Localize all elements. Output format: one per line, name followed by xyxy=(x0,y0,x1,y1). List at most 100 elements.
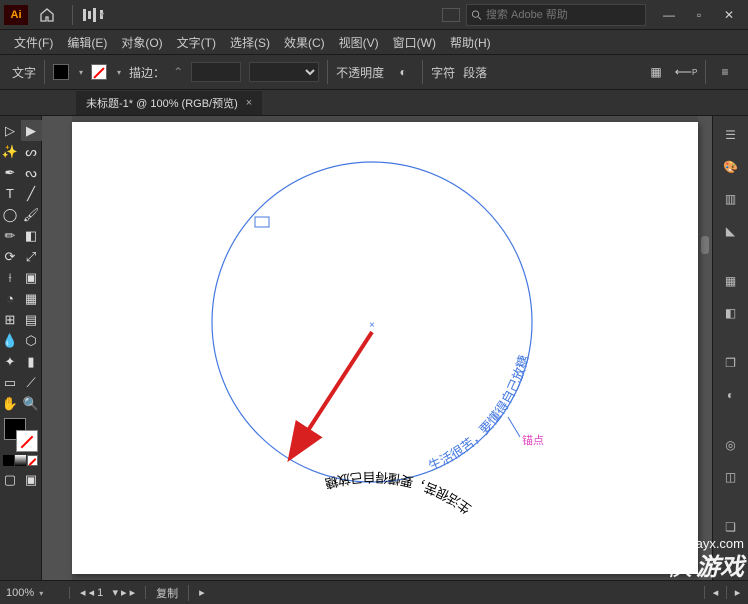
menu-window[interactable]: 窗口(W) xyxy=(387,32,442,53)
perspective-tool[interactable]: ▦ xyxy=(21,288,42,309)
eyedropper-tool[interactable]: 💧 xyxy=(0,330,21,351)
symbol-sprayer-tool[interactable]: ✦ xyxy=(0,351,21,372)
menu-help[interactable]: 帮助(H) xyxy=(444,32,497,53)
appearance-panel-icon[interactable]: ◎ xyxy=(720,434,742,456)
status-mode[interactable]: 复制 xyxy=(146,585,189,601)
chevron-down-icon: ▾ xyxy=(100,10,103,19)
gradient-panel-icon[interactable]: ◧ xyxy=(720,302,742,324)
para-panel-link[interactable]: 段落 xyxy=(463,64,487,81)
type-tool[interactable]: T xyxy=(0,183,21,204)
color-mode-none[interactable] xyxy=(27,455,38,466)
vertical-scrollbar[interactable] xyxy=(698,116,712,580)
shape-builder-tool[interactable]: ◔ xyxy=(0,288,21,309)
tab-close-icon[interactable]: × xyxy=(246,97,252,109)
artboard-nav[interactable]: ◂ ◂ 1 ▾ ▸ ▸ xyxy=(70,586,146,599)
selection-tool[interactable]: ▷ xyxy=(0,120,21,141)
paintbrush-tool[interactable]: 🖌 xyxy=(21,204,42,225)
screen-mode-full[interactable]: ▣ xyxy=(21,469,42,490)
scroll-left[interactable]: ◂ xyxy=(704,586,726,599)
properties-panel-icon[interactable]: ☰ xyxy=(720,124,742,146)
char-panel-link[interactable]: 字符 xyxy=(431,64,455,81)
menu-view[interactable]: 视图(V) xyxy=(333,32,385,53)
rotate-tool[interactable]: ⟳ xyxy=(0,246,21,267)
menu-file[interactable]: 文件(F) xyxy=(8,32,59,53)
blend-tool[interactable]: ⬡ xyxy=(21,330,42,351)
home-icon[interactable] xyxy=(34,4,60,26)
maximize-button[interactable]: ▫ xyxy=(684,3,714,27)
gradient-tool[interactable]: ▤ xyxy=(21,309,42,330)
swatches-panel-icon[interactable]: ▥ xyxy=(720,188,742,210)
stroke-weight-input[interactable] xyxy=(191,62,241,82)
transform-icon[interactable]: ⟵P xyxy=(675,61,697,83)
workspace-icon[interactable] xyxy=(442,8,460,22)
zoom-level[interactable]: 100% ▾ xyxy=(0,587,70,599)
statusbar: 100% ▾ ◂ ◂ 1 ▾ ▸ ▸ 复制 ▸ ◂ ▸ xyxy=(0,580,748,604)
slice-tool[interactable]: ⟋ xyxy=(21,372,42,393)
artboard[interactable]: 生活很苦，要懂得自己放糖 生活很苦，要懂得自己放糖 锚点 × xyxy=(72,122,698,574)
transparency-panel-icon[interactable]: ◐ xyxy=(720,384,742,406)
menu-edit[interactable]: 编辑(E) xyxy=(61,32,113,53)
search-icon xyxy=(471,9,482,21)
opacity-icon[interactable]: ◐ xyxy=(392,61,414,83)
color-panel-icon[interactable]: 🎨 xyxy=(720,156,742,178)
minimize-button[interactable]: — xyxy=(654,3,684,27)
search-input[interactable] xyxy=(486,9,641,21)
artboard-tool[interactable]: ▭ xyxy=(0,372,21,393)
color-mode-gradient[interactable] xyxy=(15,455,26,466)
menu-select[interactable]: 选择(S) xyxy=(224,32,276,53)
right-panel-dock: ☰ 🎨 ▥ ◣ ▦ ◧ ❐ ◐ ◎ ◫ ❏ xyxy=(712,116,748,580)
text-out-port[interactable] xyxy=(508,417,520,437)
canvas-gutter xyxy=(42,116,72,580)
stroke-color[interactable] xyxy=(16,430,38,452)
color-mode-solid[interactable] xyxy=(3,455,14,466)
shaper-tool[interactable]: ✏ xyxy=(0,225,21,246)
path-text-bottom[interactable]: 生活很苦，要懂得自己放糖 xyxy=(323,470,474,517)
layers-panel-icon[interactable]: ❐ xyxy=(720,352,742,374)
menu-type[interactable]: 文字(T) xyxy=(171,32,222,53)
canvas-area: 生活很苦，要懂得自己放糖 生活很苦，要懂得自己放糖 锚点 × xyxy=(42,116,712,580)
search-box[interactable] xyxy=(466,4,646,26)
curvature-tool[interactable]: ᔓ xyxy=(21,162,42,183)
menu-object[interactable]: 对象(O) xyxy=(115,32,168,53)
mesh-tool[interactable]: ⊞ xyxy=(0,309,21,330)
scroll-right[interactable]: ▸ xyxy=(726,586,748,599)
graphic-styles-panel-icon[interactable]: ◫ xyxy=(720,466,742,488)
lasso-tool[interactable]: ᔕ xyxy=(21,141,42,162)
panel-menu-icon[interactable]: ≡ xyxy=(714,61,736,83)
fill-swatch[interactable] xyxy=(53,64,69,80)
width-tool[interactable]: ⟊ xyxy=(0,267,21,288)
line-tool[interactable]: ╱ xyxy=(21,183,42,204)
magic-wand-tool[interactable]: ✨ xyxy=(0,141,21,162)
scale-tool[interactable]: ⤢ xyxy=(21,246,42,267)
close-button[interactable]: ✕ xyxy=(714,3,744,27)
align-icon[interactable]: ▦ xyxy=(645,61,667,83)
status-info: ▸ xyxy=(189,586,704,599)
hand-tool[interactable]: ✋ xyxy=(0,393,21,414)
center-point: × xyxy=(369,320,375,331)
circle-path-artwork: 生活很苦，要懂得自己放糖 生活很苦，要懂得自己放糖 锚点 × xyxy=(72,122,692,572)
zoom-tool[interactable]: 🔍 xyxy=(21,393,42,414)
screen-mode-normal[interactable]: ▢ xyxy=(0,469,21,490)
eraser-tool[interactable]: ◧ xyxy=(21,225,42,246)
text-in-port[interactable] xyxy=(255,217,269,227)
brushes-panel-icon[interactable]: ◣ xyxy=(720,220,742,242)
ellipse-tool[interactable]: ◯ xyxy=(0,204,21,225)
stroke-swatch[interactable] xyxy=(91,64,107,80)
free-transform-tool[interactable]: ▣ xyxy=(21,267,42,288)
chevron-down-icon: ▾ xyxy=(117,68,121,77)
opacity-label: 不透明度 xyxy=(336,64,384,81)
toolbox: ▷▶ ✨ᔕ ✒ᔓ T╱ ◯🖌 ✏◧ ⟳⤢ ⟊▣ ◔▦ ⊞▤ 💧⬡ ✦▮ ▭⟋ ✋… xyxy=(0,116,42,580)
stroke-profile-select[interactable] xyxy=(249,62,319,82)
arrange-documents-icon[interactable]: ▾ xyxy=(79,7,103,23)
document-tab[interactable]: 未标题-1* @ 100% (RGB/预览) × xyxy=(76,91,262,115)
direct-selection-tool[interactable]: ▶ xyxy=(21,120,42,141)
main-area: ▷▶ ✨ᔕ ✒ᔓ T╱ ◯🖌 ✏◧ ⟳⤢ ⟊▣ ◔▦ ⊞▤ 💧⬡ ✦▮ ▭⟋ ✋… xyxy=(0,116,748,580)
graph-tool[interactable]: ▮ xyxy=(21,351,42,372)
menu-effect[interactable]: 效果(C) xyxy=(278,32,331,53)
document-tabs: 未标题-1* @ 100% (RGB/预览) × xyxy=(0,90,748,116)
symbols-panel-icon[interactable]: ❏ xyxy=(720,516,742,538)
pen-tool[interactable]: ✒ xyxy=(0,162,21,183)
fill-stroke-picker[interactable] xyxy=(4,418,38,452)
path-text-top[interactable]: 生活很苦，要懂得自己放糖 xyxy=(426,353,531,473)
stroke-panel-icon[interactable]: ▦ xyxy=(720,270,742,292)
